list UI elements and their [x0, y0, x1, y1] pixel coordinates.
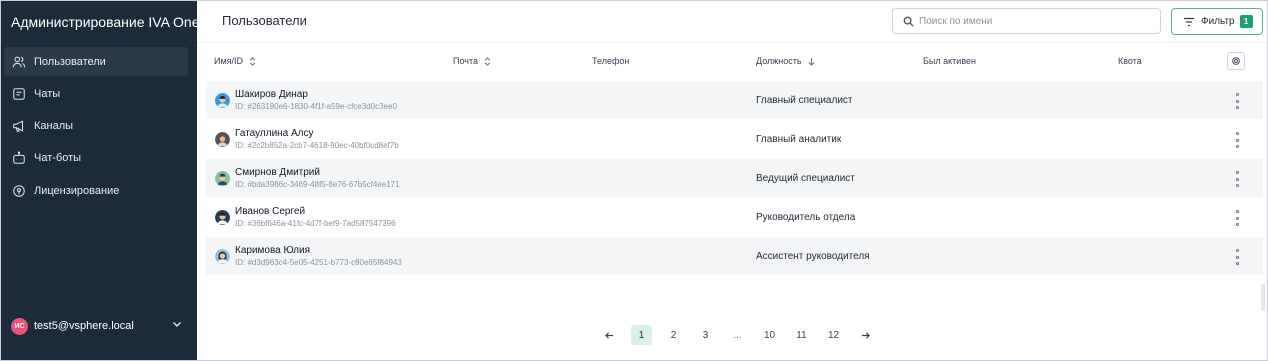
- table-header: Имя/ID Почта Телефон Должность Был актив…: [206, 50, 1264, 74]
- page-button[interactable]: 10: [759, 325, 780, 345]
- sidebar-item-label: Лицензирование: [34, 184, 120, 197]
- sidebar-item-users[interactable]: Пользователи: [4, 47, 188, 76]
- sidebar-item-label: Чаты: [34, 87, 61, 100]
- sort-icon: [484, 56, 491, 66]
- user-position: Главный специалист: [756, 95, 853, 106]
- user-id: ID: #2c2b852a-2cb7-4618-90ec-40bf0cd8ef7…: [235, 141, 399, 150]
- sort-icon: [249, 56, 256, 66]
- gear-icon: [1232, 57, 1240, 65]
- column-header-phone: Телефон: [592, 56, 630, 66]
- arrow-right-icon: [861, 331, 870, 339]
- page-button[interactable]: 3: [695, 325, 716, 345]
- avatar: [215, 210, 230, 225]
- table-row[interactable]: Иванов Сергей ID: #36bf646a-41fc-4d7f-be…: [206, 198, 1263, 237]
- current-user-menu[interactable]: ИС test5@vsphere.local: [11, 316, 183, 336]
- more-vertical-icon[interactable]: [1232, 210, 1242, 226]
- user-position: Ведущий специалист: [756, 173, 855, 184]
- column-header-position[interactable]: Должность: [756, 56, 816, 66]
- user-id: ID: #bda3986c-3469-48f5-8e76-67b5cf4ee17…: [235, 180, 400, 189]
- sidebar-item-channels[interactable]: Каналы: [4, 112, 188, 141]
- next-page-button[interactable]: [855, 325, 876, 345]
- avatar: [215, 132, 230, 147]
- search-icon: [903, 16, 914, 27]
- users-icon: [12, 55, 26, 69]
- column-header-quota: Квота: [1118, 56, 1142, 66]
- sidebar-item-label: Каналы: [34, 120, 74, 133]
- app-title: Администрирование IVA One: [11, 14, 200, 30]
- prev-page-button[interactable]: [599, 325, 620, 345]
- column-settings-button[interactable]: [1227, 52, 1245, 70]
- chevron-down-icon: [171, 317, 183, 335]
- page-button[interactable]: 11: [791, 325, 812, 345]
- avatar: ИС: [11, 317, 28, 335]
- more-vertical-icon[interactable]: [1232, 132, 1242, 148]
- page-button[interactable]: 2: [663, 325, 684, 345]
- user-position: Руководитель отдела: [756, 212, 856, 223]
- user-id: ID: #36bf646a-41fc-4d7f-bef9-7ad58754739…: [235, 219, 396, 228]
- filter-count-badge: 1: [1239, 15, 1253, 28]
- user-email: test5@vsphere.local: [34, 320, 134, 332]
- user-name: Иванов Сергей: [235, 206, 306, 217]
- table-row[interactable]: Шакиров Динар ID: #263180e6-1830-4f1f-a5…: [206, 81, 1263, 120]
- search-box[interactable]: [892, 8, 1161, 34]
- bot-icon: [12, 151, 26, 165]
- avatar: [215, 249, 230, 264]
- sidebar-item-label: Пользователи: [34, 55, 106, 68]
- table-row[interactable]: Гатауллина Алсу ID: #2c2b852a-2cb7-4618-…: [206, 120, 1263, 159]
- filter-button[interactable]: Фильтр 1: [1171, 8, 1263, 35]
- main-content: Пользователи Фильтр 1 Имя/ID Почта: [197, 1, 1267, 360]
- sidebar-item-chats[interactable]: Чаты: [4, 79, 188, 108]
- chat-icon: [12, 87, 26, 101]
- more-vertical-icon[interactable]: [1232, 93, 1242, 109]
- user-id: ID: #263180e6-1830-4f1f-a59e-cfce3d0c3ee…: [235, 102, 397, 111]
- megaphone-icon: [12, 119, 26, 133]
- user-position: Главный аналитик: [756, 134, 842, 145]
- user-name: Шакиров Динар: [235, 89, 308, 100]
- app-window: Администрирование IVA One Пользователи Ч…: [0, 0, 1268, 361]
- avatar: [215, 171, 230, 186]
- column-header-name[interactable]: Имя/ID: [214, 56, 257, 66]
- license-icon: [12, 184, 26, 198]
- arrow-down-icon: [807, 57, 815, 66]
- table-row[interactable]: Смирнов Дмитрий ID: #bda3986c-3469-48f5-…: [206, 159, 1263, 198]
- filter-label: Фильтр: [1201, 16, 1235, 27]
- scrollbar[interactable]: [1261, 284, 1265, 311]
- page-button[interactable]: 1: [631, 325, 652, 345]
- user-name: Гатауллина Алсу: [235, 128, 314, 139]
- page-ellipsis: ...: [733, 329, 742, 341]
- arrow-left-icon: [605, 331, 614, 339]
- user-id: ID: #d3d963c4-5e05-4251-b773-c80e85f8494…: [235, 258, 402, 267]
- page-button[interactable]: 12: [823, 325, 844, 345]
- more-vertical-icon[interactable]: [1232, 249, 1242, 265]
- filter-icon: [1184, 17, 1194, 26]
- sidebar-item-label: Чат-боты: [34, 152, 82, 165]
- avatar: [215, 93, 230, 108]
- table-row[interactable]: Каримова Юлия ID: #d3d963c4-5e05-4251-b7…: [206, 237, 1263, 276]
- page-header: Пользователи Фильтр 1: [197, 1, 1267, 43]
- user-name: Каримова Юлия: [235, 245, 310, 256]
- column-header-last-active: Был активен: [923, 56, 976, 66]
- column-header-email[interactable]: Почта: [453, 56, 492, 66]
- users-table: Шакиров Динар ID: #263180e6-1830-4f1f-a5…: [206, 81, 1263, 276]
- sidebar-item-chatbots[interactable]: Чат-боты: [4, 144, 188, 173]
- page-title: Пользователи: [222, 13, 307, 28]
- search-input[interactable]: [919, 15, 1139, 27]
- sidebar-item-licensing[interactable]: Лицензирование: [4, 176, 188, 205]
- more-vertical-icon[interactable]: [1232, 171, 1242, 187]
- pagination: 1 2 3 ... 10 11 12: [599, 325, 887, 345]
- user-name: Смирнов Дмитрий: [235, 167, 320, 178]
- sidebar: Администрирование IVA One Пользователи Ч…: [1, 1, 200, 360]
- user-position: Ассистент руководителя: [756, 251, 870, 262]
- sidebar-nav: Пользователи Чаты Каналы Чат-боты Лиценз…: [4, 47, 188, 208]
